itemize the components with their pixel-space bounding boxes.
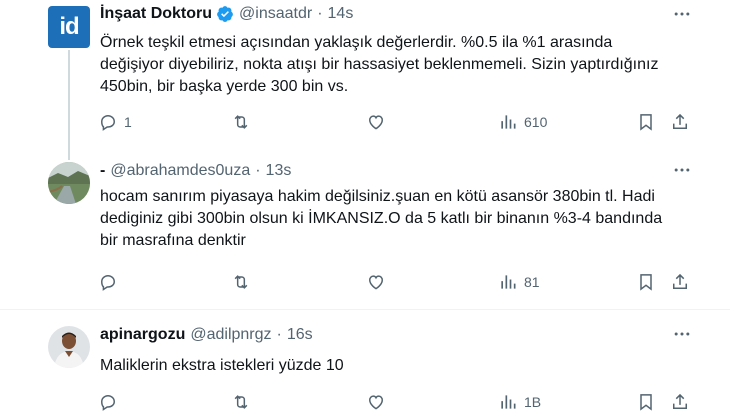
reply-button[interactable]: [98, 392, 124, 412]
author-name[interactable]: İnşaat Doktoru: [100, 5, 212, 23]
separator-dot: ·: [276, 326, 282, 343]
bookmark-button[interactable]: [636, 392, 656, 412]
tweet-text: Örnek teşkil etmesi açısından yaklaşık d…: [100, 34, 659, 95]
reply-button[interactable]: 1: [98, 112, 132, 132]
reply-button[interactable]: [98, 272, 124, 292]
tweet-header: apinargozu @adilpnrgz · 16s: [100, 326, 313, 344]
views-icon: [501, 275, 516, 289]
more-icon[interactable]: [672, 4, 692, 24]
views-icon: [501, 395, 516, 409]
thread-line: [68, 50, 70, 160]
like-icon: [368, 395, 384, 410]
views-count: 1B: [524, 394, 542, 410]
reply-icon: [100, 394, 116, 411]
like-button[interactable]: [366, 112, 392, 132]
verified-icon: [217, 6, 233, 22]
retweet-button[interactable]: [231, 392, 257, 412]
tweet-header: İnşaat Doktoru @insaatdr · 14s: [100, 5, 353, 23]
bookmark-button[interactable]: [636, 112, 656, 132]
views-button[interactable]: 1B: [498, 392, 541, 412]
author-handle[interactable]: @insaatdr: [239, 5, 312, 23]
views-count: 610: [524, 114, 548, 130]
views-button[interactable]: 610: [498, 112, 547, 132]
tweet-actions: 1B: [98, 392, 698, 416]
tweet-header: - @abrahamdes0uza · 13s: [100, 162, 291, 180]
bookmark-icon: [640, 394, 652, 411]
author-name[interactable]: apinargozu: [100, 326, 185, 344]
views-button[interactable]: 81: [498, 272, 540, 292]
tweet-3[interactable]: apinargozu @adilpnrgz · 16s Maliklerin e…: [0, 312, 730, 420]
like-icon: [368, 275, 384, 290]
avatar[interactable]: id: [48, 6, 90, 48]
bookmark-icon: [640, 114, 652, 131]
tweet-actions: 1 610: [98, 112, 698, 136]
bookmark-button[interactable]: [636, 272, 656, 292]
retweet-button[interactable]: [231, 112, 257, 132]
avatar[interactable]: [48, 326, 90, 368]
reply-icon: [100, 114, 116, 131]
avatar-logo-text: id: [59, 13, 79, 40]
tweet-text: hocam sanırım piyasaya hakim değilsiniz.…: [100, 188, 663, 249]
share-icon: [673, 113, 687, 129]
timestamp[interactable]: 13s: [266, 162, 292, 180]
share-icon: [673, 393, 687, 409]
share-button[interactable]: [670, 392, 690, 412]
bookmark-icon: [640, 274, 652, 291]
reply-icon: [100, 274, 116, 291]
retweet-icon: [234, 115, 248, 129]
author-name[interactable]: -: [100, 162, 105, 180]
retweet-icon: [234, 275, 248, 289]
tweet-1[interactable]: id İnşaat Doktoru @insaatdr · 14s Örnek …: [0, 0, 730, 145]
person-photo-icon: [48, 326, 90, 368]
tweet-text: Maliklerin ekstra istekleri yüzde 10: [100, 357, 344, 374]
retweet-button[interactable]: [231, 272, 257, 292]
tweet-actions: 81: [98, 272, 698, 296]
share-button[interactable]: [670, 112, 690, 132]
more-icon[interactable]: [672, 160, 692, 180]
retweet-icon: [234, 395, 248, 409]
share-icon: [673, 273, 687, 289]
timestamp[interactable]: 16s: [287, 326, 313, 344]
landscape-photo-icon: [48, 162, 90, 204]
tweet-2[interactable]: - @abrahamdes0uza · 13s hocam sanırım pi…: [0, 150, 730, 300]
avatar[interactable]: [48, 162, 90, 204]
like-button[interactable]: [366, 272, 392, 292]
separator-dot: ·: [317, 5, 323, 22]
views-count: 81: [524, 274, 540, 290]
share-button[interactable]: [670, 272, 690, 292]
views-icon: [501, 115, 516, 129]
like-icon: [368, 115, 384, 130]
author-handle[interactable]: @abrahamdes0uza: [110, 162, 250, 180]
separator-dot: ·: [255, 162, 261, 179]
more-icon[interactable]: [672, 324, 692, 344]
like-button[interactable]: [366, 392, 392, 412]
reply-count: 1: [124, 114, 132, 130]
author-handle[interactable]: @adilpnrgz: [190, 326, 271, 344]
timestamp[interactable]: 14s: [328, 5, 354, 23]
divider: [0, 309, 730, 310]
